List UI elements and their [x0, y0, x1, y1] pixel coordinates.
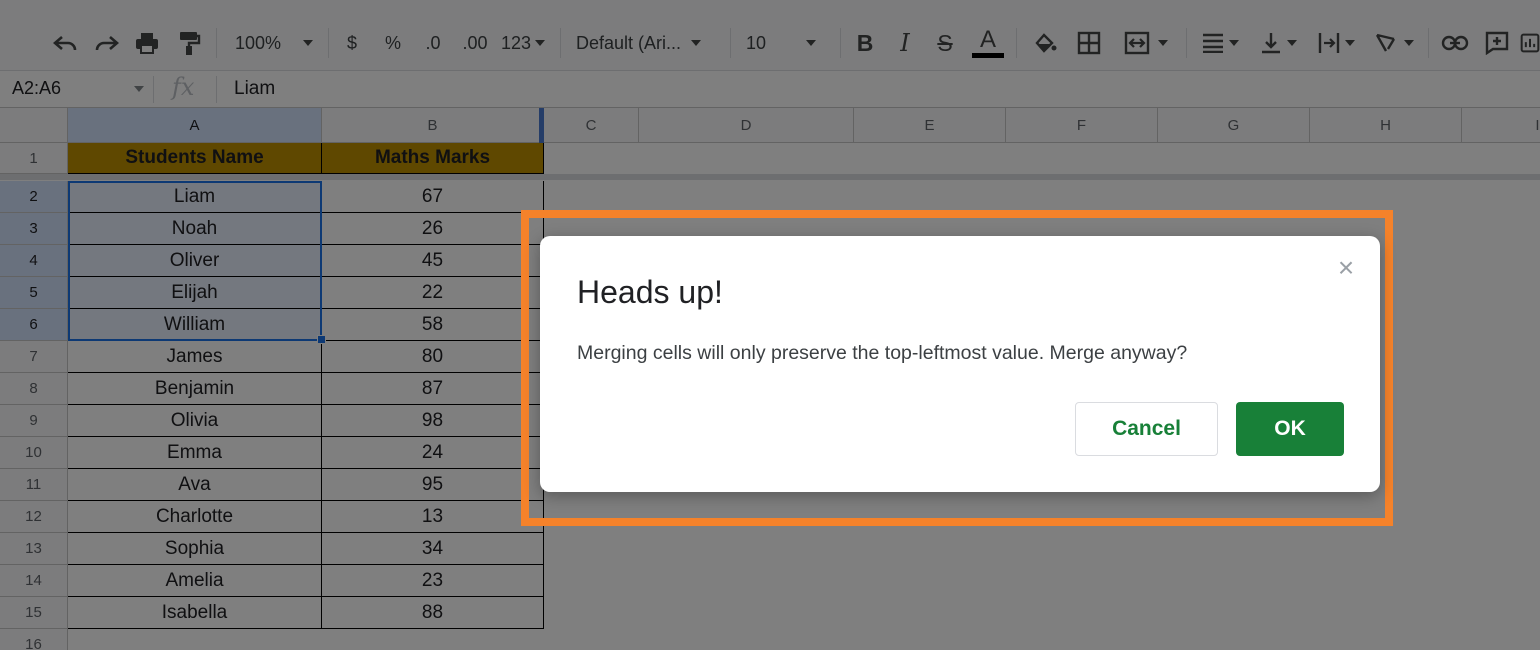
- close-icon[interactable]: ×: [1332, 252, 1360, 283]
- cancel-button[interactable]: Cancel: [1075, 402, 1218, 456]
- merge-warning-dialog: Heads up! × Merging cells will only pres…: [540, 236, 1380, 492]
- ok-button[interactable]: OK: [1236, 402, 1344, 456]
- dialog-title: Heads up!: [577, 274, 723, 310]
- dialog-message: Merging cells will only preserve the top…: [577, 342, 1188, 364]
